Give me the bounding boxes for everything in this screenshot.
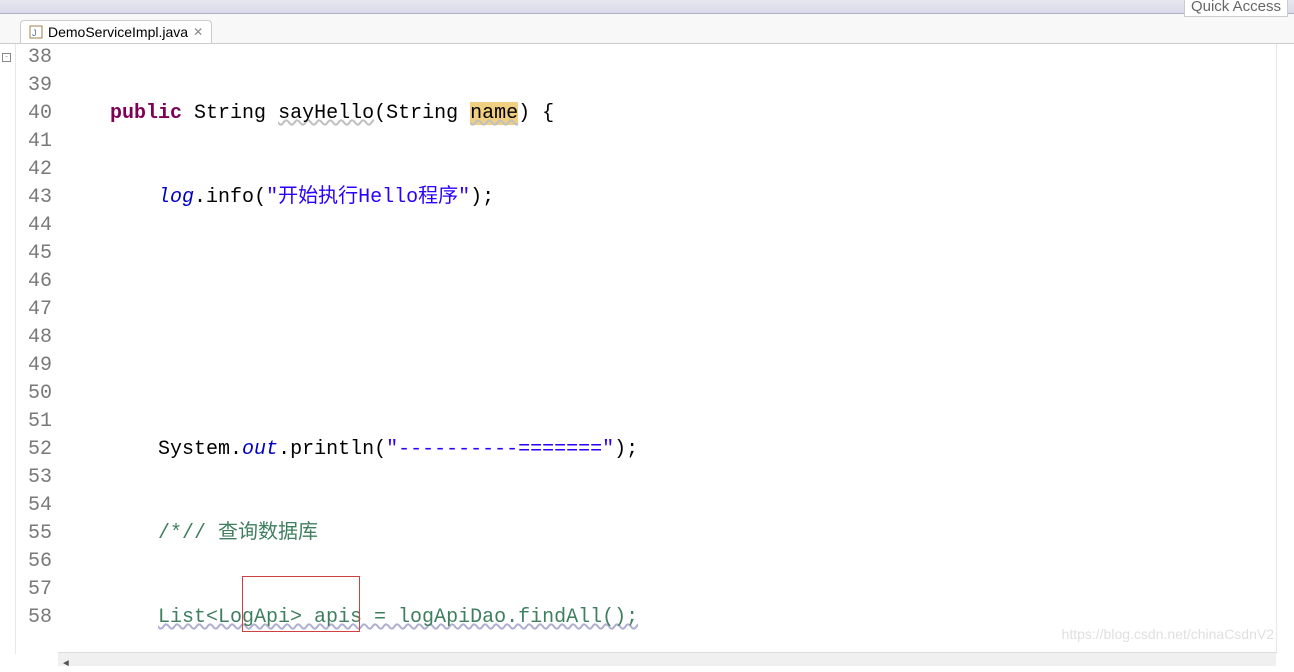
tab-demoserviceimpl[interactable]: J DemoServiceImpl.java ✕ bbox=[20, 20, 212, 43]
line-number: 54 bbox=[16, 492, 52, 520]
scroll-left-icon[interactable]: ◄ bbox=[58, 658, 74, 672]
editor-tabs: J DemoServiceImpl.java ✕ bbox=[0, 14, 1294, 44]
code-line-44[interactable]: List<LogApi> apis = logApiDao.findAll(); bbox=[58, 604, 1276, 632]
line-number: 42 bbox=[16, 156, 52, 184]
line-number: 52 bbox=[16, 436, 52, 464]
code-line-38[interactable]: public String sayHello(String name) { bbox=[58, 100, 1276, 128]
line-number: 51 bbox=[16, 408, 52, 436]
horizontal-scrollbar[interactable]: ◄ bbox=[58, 652, 1276, 666]
code-editor[interactable]: public String sayHello(String name) { lo… bbox=[58, 44, 1276, 654]
code-line-43[interactable]: /*// 查询数据库 bbox=[58, 520, 1276, 548]
line-number: 49 bbox=[16, 352, 52, 380]
code-line-40[interactable] bbox=[58, 268, 1276, 296]
line-number: 55 bbox=[16, 520, 52, 548]
param-name-occurrence: name bbox=[470, 102, 518, 125]
line-number: 40 bbox=[16, 100, 52, 128]
line-number: 41 bbox=[16, 128, 52, 156]
toolbar: Quick Access bbox=[0, 0, 1294, 14]
line-number: 48 bbox=[16, 324, 52, 352]
line-number: 58 bbox=[16, 604, 52, 632]
line-number: 45 bbox=[16, 240, 52, 268]
line-number: 56 bbox=[16, 548, 52, 576]
line-number: 53 bbox=[16, 464, 52, 492]
svg-text:J: J bbox=[32, 28, 37, 38]
code-line-42[interactable]: System.out.println("----------======="); bbox=[58, 436, 1276, 464]
line-number: 57 bbox=[16, 576, 52, 604]
line-number: 43 bbox=[16, 184, 52, 212]
line-number: 39 bbox=[16, 72, 52, 100]
line-number: 46 bbox=[16, 268, 52, 296]
left-margin bbox=[0, 44, 16, 654]
fold-toggle-icon[interactable]: - bbox=[2, 53, 11, 62]
quick-access-field[interactable]: Quick Access bbox=[1184, 0, 1288, 17]
overview-ruler[interactable] bbox=[1276, 44, 1294, 654]
line-number-gutter: -38 39 40 41 42 43 44 45 46 47 48 49 50 … bbox=[16, 44, 58, 654]
line-number: 44 bbox=[16, 212, 52, 240]
line-number: 47 bbox=[16, 296, 52, 324]
java-file-icon: J bbox=[29, 25, 43, 39]
code-line-39[interactable]: log.info("开始执行Hello程序"); bbox=[58, 184, 1276, 212]
code-line-41[interactable] bbox=[58, 352, 1276, 380]
line-number: 50 bbox=[16, 380, 52, 408]
line-number: -38 bbox=[16, 44, 52, 72]
close-icon[interactable]: ✕ bbox=[193, 25, 203, 39]
tab-label: DemoServiceImpl.java bbox=[48, 24, 188, 40]
editor-body: -38 39 40 41 42 43 44 45 46 47 48 49 50 … bbox=[0, 44, 1294, 654]
